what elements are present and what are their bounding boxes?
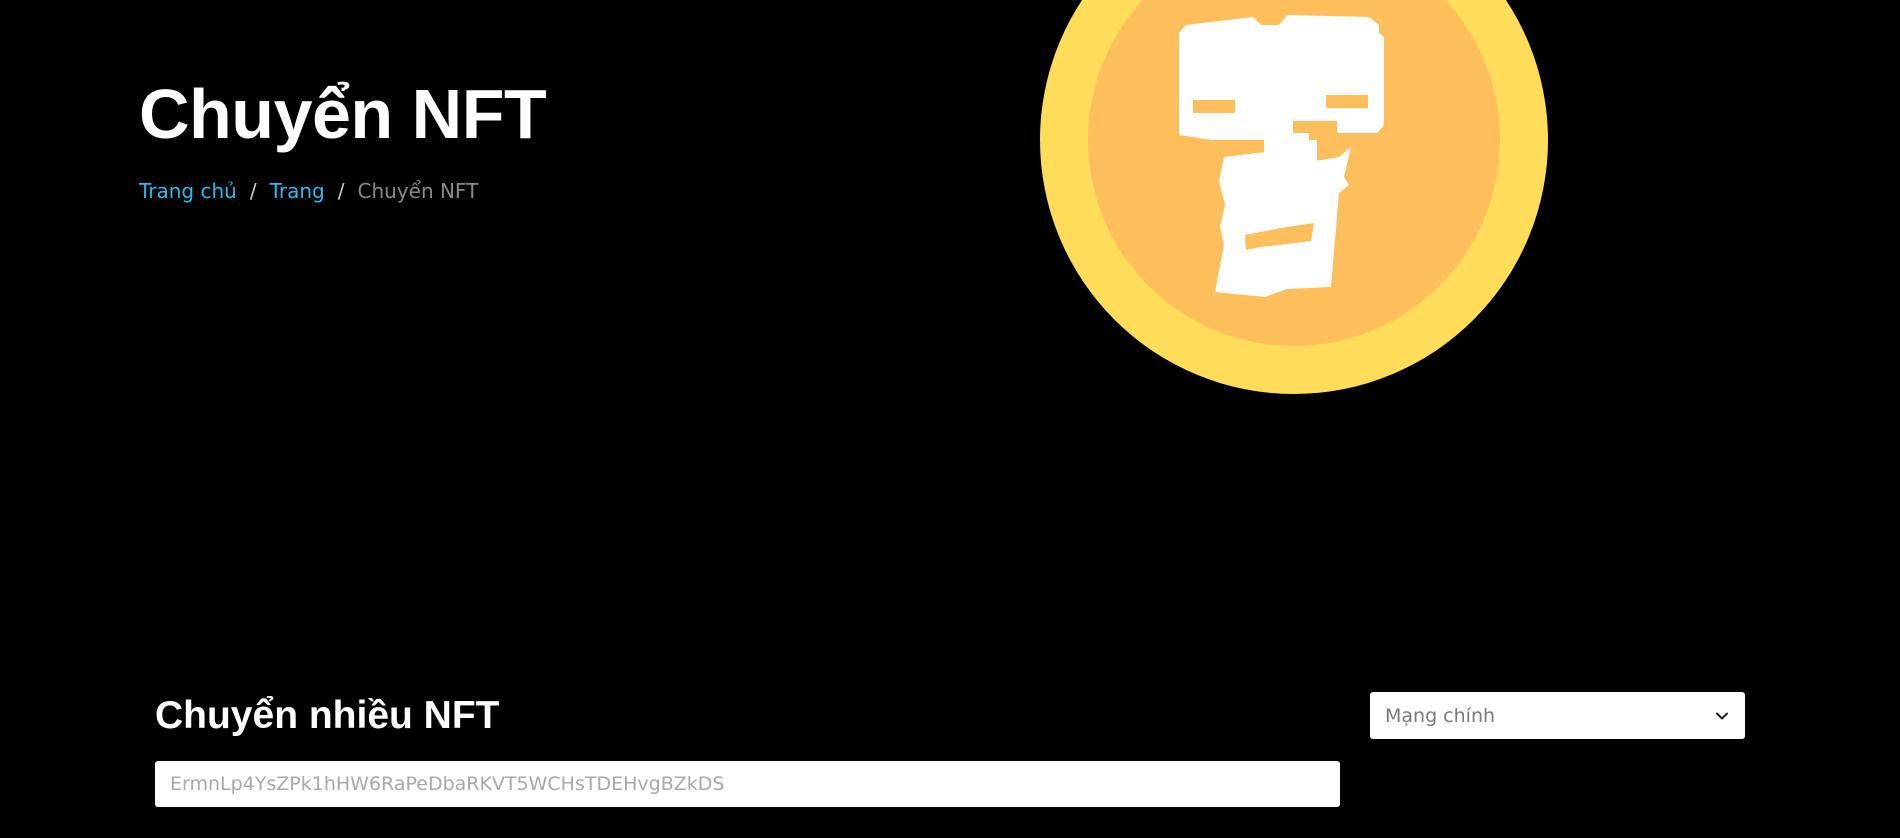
breadcrumb-current: Chuyển NFT [357, 179, 479, 203]
breadcrumb-pages-link[interactable]: Trang [270, 178, 325, 204]
breadcrumb-separator: / [249, 179, 257, 203]
wallet-address-input[interactable] [155, 761, 1340, 807]
breadcrumb-separator: / [337, 179, 345, 203]
breadcrumb: Trang chủ / Trang / Chuyển NFT [139, 178, 478, 204]
chevron-down-icon [1713, 707, 1731, 725]
breadcrumb-home-link[interactable]: Trang chủ [139, 178, 237, 204]
page: Chuyển NFT Trang chủ / Trang / Chuyển NF… [0, 0, 1900, 838]
section-title: Chuyển nhiều NFT [155, 694, 500, 737]
nft-coin-logo-icon [1039, 0, 1549, 400]
page-title: Chuyển NFT [139, 75, 547, 153]
network-select[interactable]: Mạng chính [1370, 692, 1745, 739]
network-select-value: Mạng chính [1385, 704, 1496, 727]
